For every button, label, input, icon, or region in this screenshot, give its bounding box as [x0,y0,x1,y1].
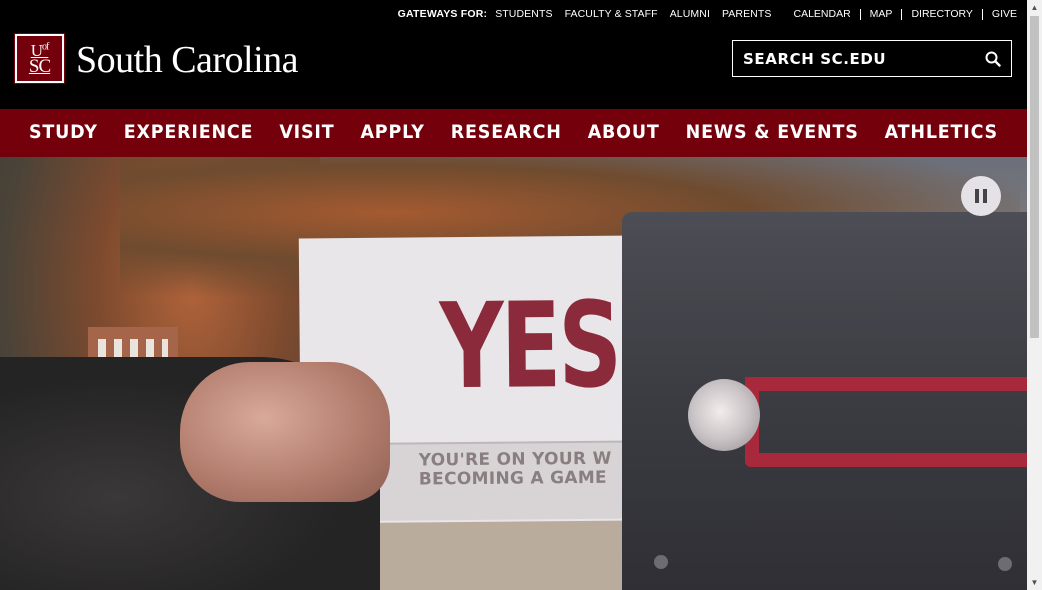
map-link[interactable]: MAP [859,8,902,20]
directory-link[interactable]: DIRECTORY [901,8,981,20]
nav-study[interactable]: STUDY [29,123,98,144]
gateways-nav: GATEWAYS FOR: STUDENTS FACULTY & STAFF A… [398,8,772,20]
mailbox-flag [745,377,1027,467]
hero-video: YES YOU'RE ON YOUR W BECOMING A GAME [0,157,1027,590]
uofsc-logo[interactable]: Uof SC [14,33,65,84]
logo-sc: SC [28,55,51,77]
main-nav: STUDY EXPERIENCE VISIT APPLY RESEARCH AB… [0,109,1027,157]
acceptance-card-yes: YES [439,275,620,416]
nav-athletics[interactable]: ATHLETICS [885,123,998,144]
scrollbar-thumb[interactable] [1030,16,1039,338]
nav-visit[interactable]: VISIT [279,123,334,144]
search-icon [985,51,1001,67]
gateway-alumni-link[interactable]: ALUMNI [670,8,710,20]
acceptance-card-line2: BECOMING A GAME [418,467,608,490]
pause-icon [983,189,987,203]
pause-icon [975,189,979,203]
nav-experience[interactable]: EXPERIENCE [124,123,254,144]
search-button[interactable] [975,41,1011,76]
mailbox-rivet [654,555,668,569]
mailbox-rivet [998,557,1012,571]
mailbox-knob [688,379,760,451]
nav-news-events[interactable]: NEWS & EVENTS [686,123,859,144]
search-input[interactable] [733,41,975,76]
gateway-faculty-staff-link[interactable]: FACULTY & STAFF [565,8,658,20]
hero-hand [180,362,390,502]
gateway-students-link[interactable]: STUDENTS [495,8,552,20]
logo-of: of [41,40,49,52]
nav-apply[interactable]: APPLY [360,123,424,144]
nav-about[interactable]: ABOUT [588,123,660,144]
scroll-down-arrow-icon[interactable]: ▼ [1027,575,1042,590]
utility-bar: GATEWAYS FOR: STUDENTS FACULTY & STAFF A… [0,0,1027,28]
nav-research[interactable]: RESEARCH [451,123,562,144]
gateway-parents-link[interactable]: PARENTS [722,8,772,20]
give-link[interactable]: GIVE [981,8,1017,20]
scroll-up-arrow-icon[interactable]: ▲ [1027,0,1042,15]
gateways-label: GATEWAYS FOR: [397,8,488,20]
utility-links: CALENDAR MAP DIRECTORY GIVE [793,8,1017,20]
south-carolina-wordmark[interactable]: South Carolina [76,38,299,82]
video-pause-button[interactable] [961,176,1001,216]
calendar-link[interactable]: CALENDAR [793,8,859,20]
search-box [732,40,1012,77]
page-scrollbar[interactable]: ▲ ▼ [1027,0,1042,590]
